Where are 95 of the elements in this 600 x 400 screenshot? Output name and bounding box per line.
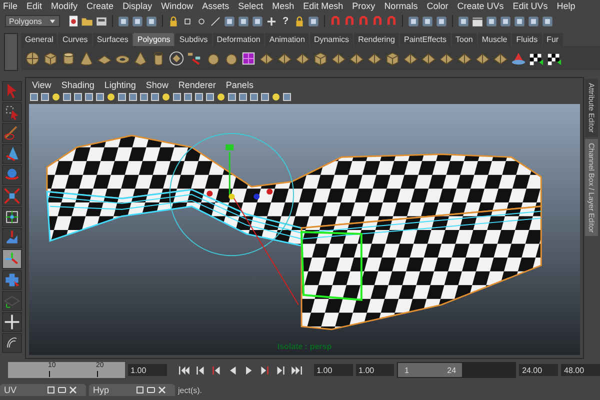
shelf-menu-handle[interactable] bbox=[4, 33, 18, 71]
shelf-tab[interactable]: Toon bbox=[452, 33, 477, 46]
polygon-tool-icon[interactable] bbox=[403, 50, 418, 66]
platonic-solid-icon[interactable] bbox=[169, 50, 184, 66]
shelf-tab[interactable]: Deformation bbox=[212, 33, 264, 46]
polygon-tool-icon[interactable] bbox=[493, 50, 508, 66]
polygon-tool-icon[interactable] bbox=[277, 50, 292, 66]
panel-menu-item[interactable]: Panels bbox=[226, 80, 254, 90]
polygon-tool-icon[interactable] bbox=[259, 50, 274, 66]
shelf-tab[interactable]: PaintEffects bbox=[400, 33, 451, 46]
minimized-window-tab[interactable]: UV bbox=[0, 384, 86, 396]
polygon-tool-icon[interactable] bbox=[331, 50, 346, 66]
cube-icon[interactable] bbox=[313, 50, 328, 66]
shelf-tab[interactable]: Animation bbox=[265, 33, 309, 46]
shelf-tab[interactable]: General bbox=[21, 33, 58, 46]
panel-menu-item[interactable]: Shading bbox=[61, 80, 94, 90]
shelf-tab[interactable]: Rendering bbox=[354, 33, 399, 46]
pyramid-icon[interactable] bbox=[133, 50, 148, 66]
menu-item[interactable]: Edit bbox=[26, 1, 42, 11]
panel-menu-item[interactable]: View bbox=[32, 80, 52, 90]
cube-icon[interactable] bbox=[43, 50, 58, 66]
help-button[interactable]: ? bbox=[279, 16, 292, 26]
shelf-tab[interactable]: Surfaces bbox=[92, 33, 132, 46]
menu-item[interactable]: Display bbox=[122, 1, 152, 11]
sphere-icon[interactable] bbox=[162, 93, 170, 101]
menu-item[interactable]: Edit Mesh bbox=[303, 1, 344, 11]
end-time-field[interactable]: 48.00 bbox=[561, 364, 600, 376]
shelf-tab[interactable]: Muscle bbox=[478, 33, 512, 46]
menu-item[interactable]: Normals bbox=[384, 1, 418, 11]
polygon-tool-icon[interactable] bbox=[457, 50, 472, 66]
combine-icon[interactable] bbox=[187, 50, 202, 66]
minimized-window-tab[interactable]: Hyp bbox=[89, 384, 175, 396]
plus-icon[interactable] bbox=[265, 14, 278, 28]
sphere-icon[interactable] bbox=[272, 93, 280, 101]
viewport-hud-label: Isolate : persp bbox=[276, 342, 333, 351]
maximize-icon[interactable] bbox=[147, 386, 155, 394]
sphere-icon[interactable] bbox=[216, 93, 225, 101]
menu-item[interactable]: File bbox=[3, 1, 18, 11]
clapper-icon[interactable] bbox=[471, 14, 484, 28]
close-icon[interactable] bbox=[69, 386, 77, 394]
cylinder-icon[interactable] bbox=[61, 50, 76, 66]
menu-item[interactable]: Assets bbox=[202, 1, 230, 11]
cone-icon[interactable] bbox=[79, 50, 94, 66]
save-icon[interactable] bbox=[95, 14, 108, 28]
sphere-icon[interactable] bbox=[52, 93, 60, 101]
menu-item[interactable]: Mesh bbox=[272, 1, 294, 11]
go-to-start-icon[interactable] bbox=[178, 364, 191, 376]
shelf-tab[interactable]: Fur bbox=[542, 33, 563, 46]
viewport-tool-icon[interactable] bbox=[282, 93, 291, 101]
menu-item[interactable]: Create bbox=[86, 1, 114, 11]
boolean-cube-icon[interactable] bbox=[241, 50, 256, 66]
menu-item[interactable]: Select bbox=[238, 1, 264, 11]
step-back-key-icon[interactable] bbox=[210, 364, 223, 376]
cone-icon[interactable] bbox=[511, 50, 526, 66]
maximize-icon[interactable] bbox=[58, 386, 66, 394]
range-slider-bar[interactable]: 1 24 bbox=[398, 363, 462, 377]
shelf-tab[interactable]: Subdivs bbox=[175, 33, 212, 46]
shelf-tab[interactable]: Curves bbox=[58, 33, 92, 46]
sphere-icon[interactable] bbox=[106, 93, 115, 101]
start-time-field[interactable]: 1.00 bbox=[314, 364, 353, 376]
restore-icon[interactable] bbox=[136, 386, 144, 394]
menu-item[interactable]: Proxy bbox=[352, 1, 376, 11]
polygon-tool-icon[interactable] bbox=[367, 50, 382, 66]
menu-set-dropdown[interactable]: Polygons bbox=[5, 15, 60, 27]
menu-item[interactable]: Help bbox=[556, 1, 576, 11]
polygon-tool-icon[interactable] bbox=[421, 50, 436, 66]
close-icon[interactable] bbox=[158, 386, 166, 394]
shelf-tab[interactable]: Fluids bbox=[512, 33, 542, 46]
go-to-end-icon[interactable] bbox=[290, 364, 303, 376]
help-line-text: ject(s). bbox=[178, 386, 202, 394]
shelf-tab[interactable]: Polygons bbox=[133, 33, 174, 46]
panel-menu-item[interactable]: Show bbox=[146, 80, 168, 90]
polygon-tool-icon[interactable] bbox=[349, 50, 364, 66]
restore-icon[interactable] bbox=[47, 386, 55, 394]
panel-menu-item[interactable]: Lighting bbox=[104, 80, 136, 90]
polygon-tool-icon[interactable] bbox=[439, 50, 454, 66]
dropdown-arrow-icon[interactable] bbox=[49, 18, 56, 24]
current-time-field[interactable]: 1.00 bbox=[128, 364, 167, 376]
menu-item[interactable]: Edit UVs bbox=[512, 1, 548, 11]
panel-menu-item[interactable]: Renderer bbox=[178, 80, 216, 90]
menu-item[interactable]: Color bbox=[426, 1, 448, 11]
line-icon[interactable] bbox=[209, 14, 222, 28]
move-manipulator-drawing[interactable] bbox=[169, 133, 299, 306]
playback-start-field[interactable]: 1.00 bbox=[356, 364, 394, 376]
menu-item[interactable]: Window bbox=[161, 1, 194, 11]
menu-item[interactable]: Modify bbox=[51, 1, 78, 11]
shelf-tab[interactable]: Dynamics bbox=[310, 33, 354, 46]
polygon-tool-icon[interactable] bbox=[295, 50, 310, 66]
sphere-icon[interactable] bbox=[25, 50, 40, 66]
step-back-icon[interactable] bbox=[194, 364, 207, 376]
polygon-tool-icon[interactable] bbox=[475, 50, 490, 66]
new-scene-icon[interactable] bbox=[67, 14, 80, 28]
menu-item[interactable]: Create UVs bbox=[457, 1, 504, 11]
playback-end-field[interactable]: 24.00 bbox=[519, 364, 558, 376]
cube-icon[interactable] bbox=[385, 50, 400, 66]
